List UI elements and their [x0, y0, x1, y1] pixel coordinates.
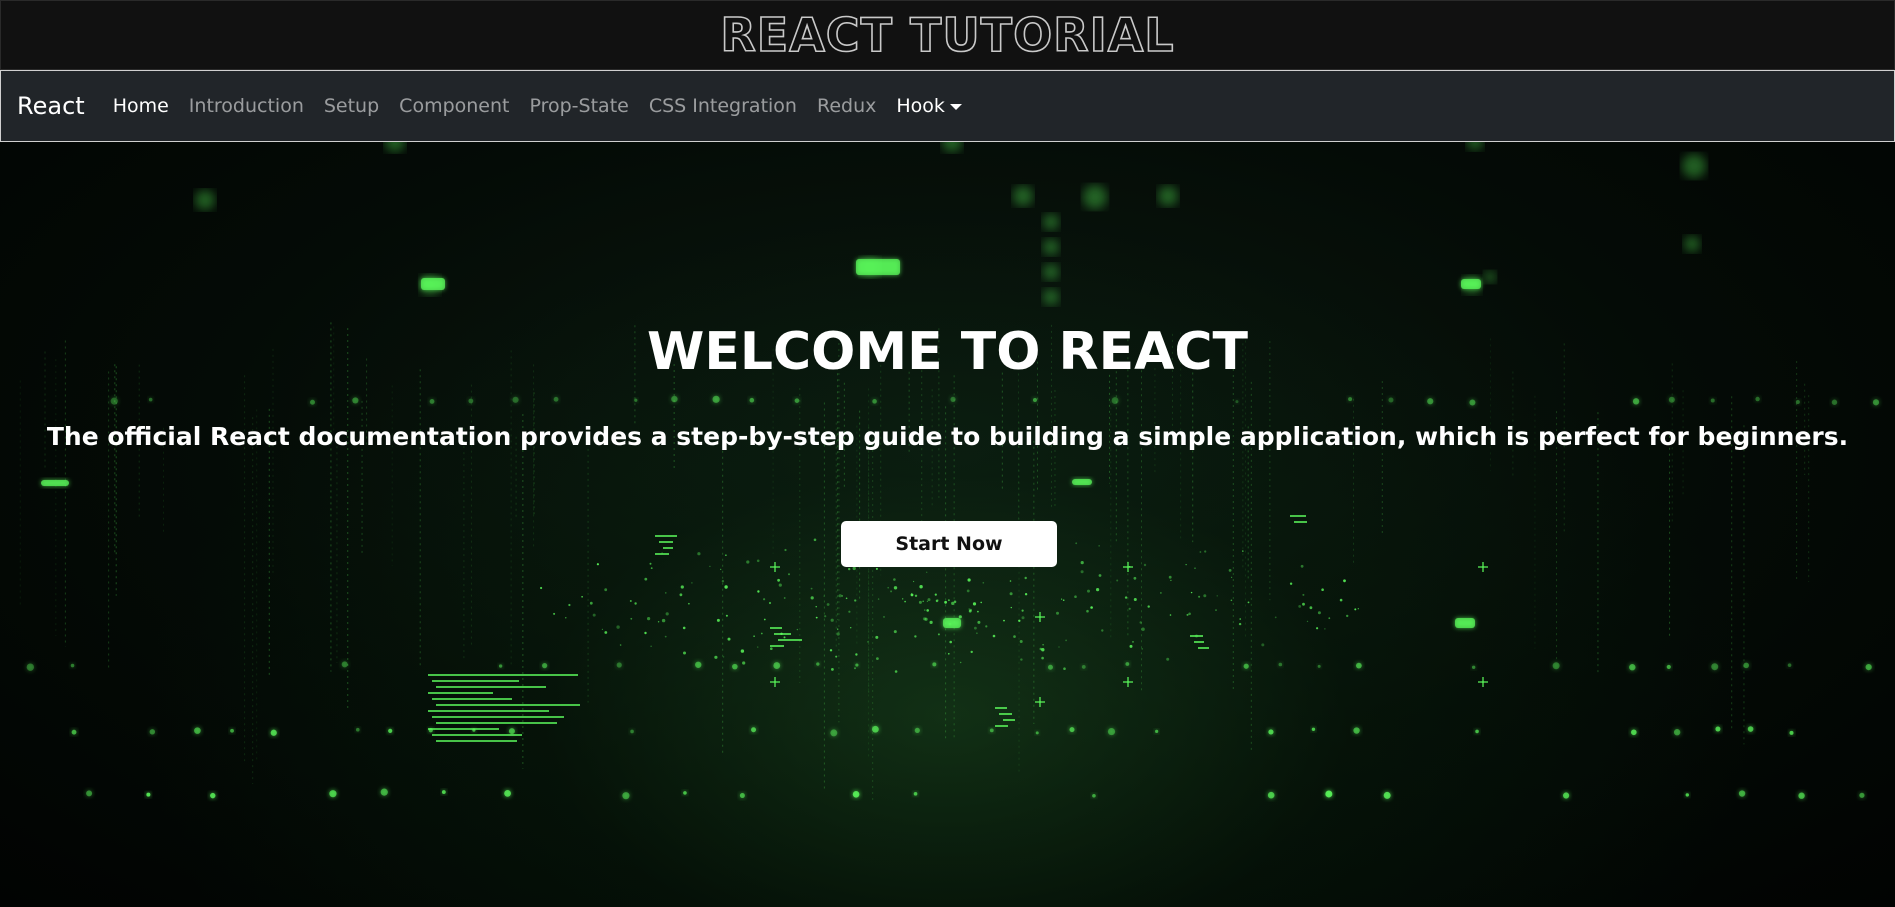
nav-item-setup[interactable]: Setup — [314, 95, 389, 117]
nav-item-home[interactable]: Home — [103, 95, 179, 117]
navbar: React Home Introduction Setup Component … — [0, 70, 1895, 142]
page: REACT TUTORIAL React Home Introduction S… — [0, 0, 1895, 907]
nav-item-hook-dropdown[interactable]: Hook — [886, 95, 972, 117]
nav-list: Home Introduction Setup Component Prop-S… — [103, 95, 972, 117]
hero-subtitle: The official React documentation provide… — [46, 422, 1849, 451]
title-bar: REACT TUTORIAL — [0, 0, 1895, 70]
nav-item-hook-label: Hook — [896, 95, 945, 117]
nav-item-css-integration[interactable]: CSS Integration — [639, 95, 807, 117]
nav-item-redux[interactable]: Redux — [807, 95, 886, 117]
site-title: REACT TUTORIAL — [720, 8, 1175, 62]
hero-title: WELCOME TO REACT — [647, 322, 1248, 382]
nav-item-prop-state[interactable]: Prop-State — [519, 95, 638, 117]
navbar-brand[interactable]: React — [17, 92, 85, 120]
start-now-button[interactable]: Start Now — [841, 521, 1057, 567]
caret-down-icon — [949, 104, 962, 110]
hero-section: WELCOME TO REACT The official React docu… — [0, 142, 1895, 907]
nav-item-introduction[interactable]: Introduction — [179, 95, 314, 117]
nav-item-component[interactable]: Component — [389, 95, 519, 117]
